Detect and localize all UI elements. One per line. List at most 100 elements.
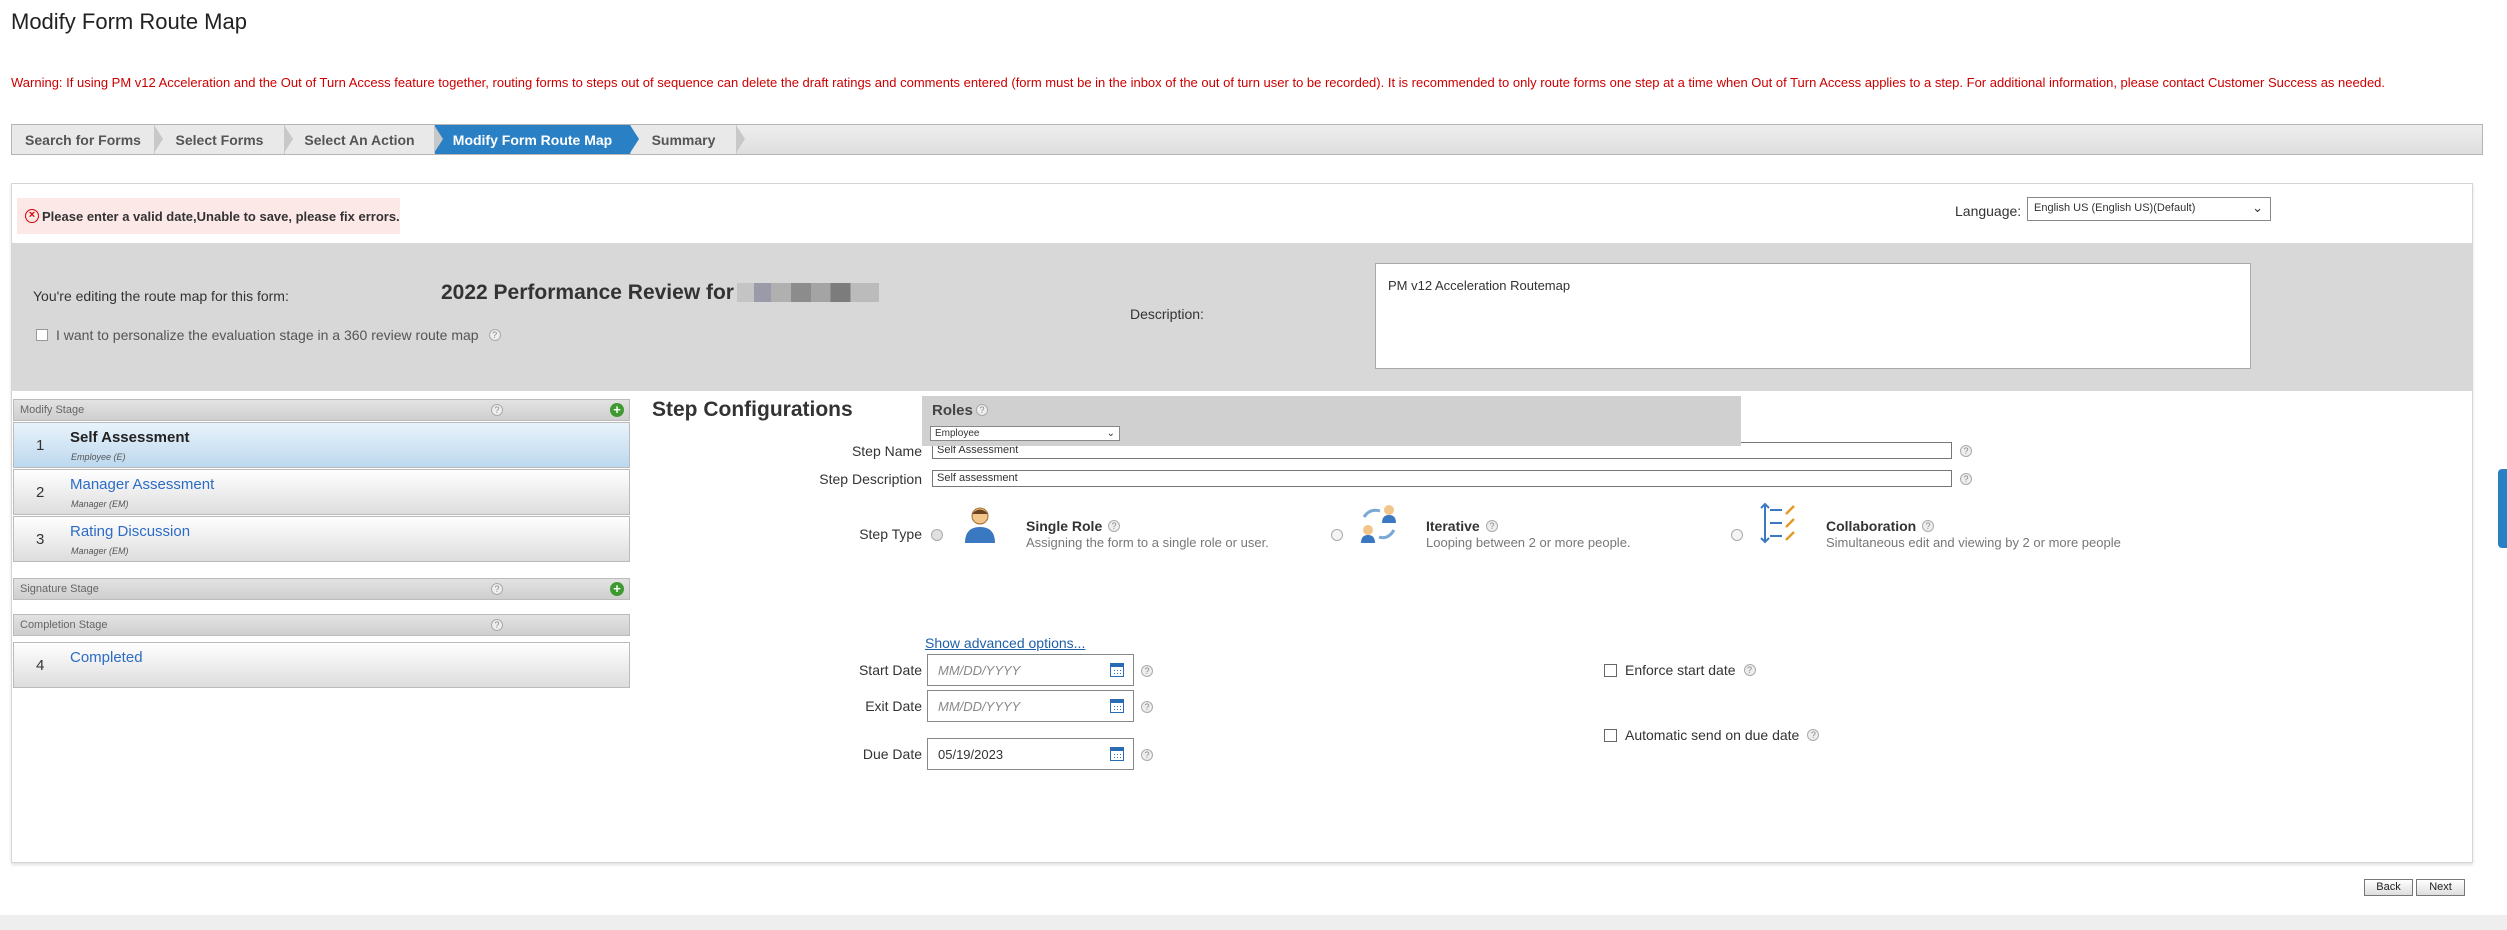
step-type-label: Step Type (859, 526, 922, 542)
side-panel-tab[interactable] (2498, 469, 2507, 548)
calendar-icon[interactable] (1110, 747, 1124, 761)
chevron-down-icon: ⌄ (2252, 200, 2263, 215)
help-icon[interactable]: ? (491, 583, 503, 595)
stage-header-label: Modify Stage (20, 404, 85, 416)
iterative-title: Iterative (1426, 518, 1480, 534)
personalize-option: I want to personalize the evaluation sta… (36, 327, 501, 343)
add-step-icon[interactable]: + (610, 582, 624, 596)
form-title: 2022 Performance Review for (441, 281, 734, 304)
error-message: × Please enter a valid date,Unable to sa… (17, 198, 400, 234)
help-icon[interactable]: ? (1141, 749, 1153, 761)
single-role-subtitle: Assigning the form to a single role or u… (1026, 535, 1269, 550)
iterative-subtitle: Looping between 2 or more people. (1426, 535, 1631, 550)
help-icon[interactable]: ? (1486, 520, 1498, 532)
step-description-input[interactable]: Self assessment (932, 470, 1952, 487)
stage-item-completed[interactable]: 4 Completed (13, 642, 630, 688)
help-icon[interactable]: ? (491, 404, 503, 416)
help-icon[interactable]: ? (1807, 729, 1820, 741)
route-map-panel: × Please enter a valid date,Unable to sa… (11, 183, 2473, 863)
stage-role: Manager (EM) (71, 499, 129, 509)
enforce-start-date-option: Enforce start date ? (1604, 662, 1756, 678)
step-name-label: Step Name (851, 443, 922, 459)
step-description-label: Step Description (819, 471, 922, 487)
single-role-radio[interactable] (931, 529, 943, 541)
stage-role: Manager (EM) (71, 546, 129, 556)
due-date-input[interactable]: 05/19/2023 (927, 738, 1134, 770)
wizard-step-summary[interactable]: Summary (631, 125, 745, 154)
stage-name: Completed (70, 649, 143, 666)
signature-stage-header: Signature Stage ? + (13, 578, 630, 600)
description-textarea[interactable]: PM v12 Acceleration Routemap (1375, 263, 2251, 369)
wizard-step-select-action[interactable]: Select An Action (285, 125, 443, 154)
help-icon[interactable]: ? (1108, 520, 1120, 532)
stage-item-rating-discussion[interactable]: 3 Rating Discussion Manager (EM) (13, 516, 630, 562)
start-date-input[interactable]: MM/DD/YYYY (927, 654, 1134, 686)
stage-name: Rating Discussion (70, 523, 191, 540)
description-label: Description: (1130, 306, 1204, 322)
roles-select[interactable]: Employee ⌄ (930, 426, 1120, 441)
wizard-step-label: Modify Form Route Map (452, 131, 613, 148)
form-info-band: You're editing the route map for this fo… (12, 243, 2472, 391)
stage-number: 3 (36, 531, 45, 548)
help-icon[interactable]: ? (976, 404, 988, 416)
stage-name: Manager Assessment (70, 476, 215, 493)
wizard-step-modify-route-map[interactable]: Modify Form Route Map (435, 125, 639, 154)
single-role-icon (965, 507, 995, 543)
help-icon[interactable]: ? (1960, 473, 1972, 485)
completion-stage-header: Completion Stage ? (13, 614, 630, 636)
start-date-label: Start Date (858, 662, 922, 678)
error-text: Please enter a valid date,Unable to save… (42, 208, 400, 224)
step-configurations-title: Step Configurations (652, 398, 853, 421)
auto-send-label: Automatic send on due date (1625, 727, 1800, 743)
calendar-icon[interactable] (1110, 663, 1124, 677)
personalize-label: I want to personalize the evaluation sta… (56, 327, 479, 343)
enforce-start-date-checkbox[interactable] (1604, 663, 1617, 677)
iterative-radio[interactable] (1331, 529, 1343, 541)
help-icon[interactable]: ? (491, 619, 503, 631)
stage-item-self-assessment[interactable]: 1 Self Assessment Employee (E) (13, 422, 630, 468)
roles-value: Employee (935, 428, 980, 439)
calendar-icon[interactable] (1110, 699, 1124, 713)
due-date-label: Due Date (862, 746, 922, 762)
wizard-step-label: Summary (651, 131, 716, 148)
collaboration-icon (1760, 502, 1795, 544)
help-icon[interactable]: ? (1141, 665, 1153, 677)
exit-date-input[interactable]: MM/DD/YYYY (927, 690, 1134, 722)
page-root: Modify Form Route Map Warning: If using … (0, 0, 2507, 930)
start-date-placeholder: MM/DD/YYYY (938, 663, 1021, 678)
auto-send-checkbox[interactable] (1604, 728, 1617, 742)
editing-label: You're editing the route map for this fo… (33, 288, 289, 304)
stage-number: 4 (36, 657, 45, 674)
stage-item-manager-assessment[interactable]: 2 Manager Assessment Manager (EM) (13, 469, 630, 515)
modify-stage-header: Modify Stage ? + (13, 399, 630, 421)
single-role-title: Single Role (1026, 518, 1103, 534)
stage-number: 2 (36, 484, 45, 501)
wizard-step-select-forms[interactable]: Select Forms (155, 125, 293, 154)
warning-message: Warning: If using PM v12 Acceleration an… (11, 75, 2386, 90)
wizard-step-search-forms[interactable]: Search for Forms (12, 125, 163, 154)
chevron-down-icon: ⌄ (1106, 428, 1115, 439)
help-icon[interactable]: ? (1743, 664, 1756, 676)
next-button[interactable]: Next (2416, 879, 2465, 896)
help-icon[interactable]: ? (488, 329, 501, 341)
show-advanced-options-link[interactable]: Show advanced options... (925, 635, 1085, 651)
error-circle-x-icon: × (25, 209, 39, 223)
wizard-step-label: Select An Action (304, 131, 415, 148)
language-value: English US (English US)(Default) (2034, 202, 2196, 214)
enforce-start-date-label: Enforce start date (1625, 662, 1736, 678)
help-icon[interactable]: ? (1960, 445, 1972, 457)
help-icon[interactable]: ? (1922, 520, 1934, 532)
stage-name: Self Assessment (70, 429, 190, 446)
collaboration-title: Collaboration (1826, 518, 1917, 534)
personalize-checkbox[interactable] (36, 329, 48, 341)
collaboration-radio[interactable] (1731, 529, 1743, 541)
collaboration-subtitle: Simultaneous edit and viewing by 2 or mo… (1826, 535, 2121, 550)
iterative-icon (1361, 505, 1396, 543)
language-select[interactable]: English US (English US)(Default) ⌄ (2027, 197, 2271, 221)
add-step-icon[interactable]: + (610, 403, 624, 417)
back-button[interactable]: Back (2364, 879, 2413, 896)
redacted-name (737, 283, 879, 302)
stage-role: Employee (E) (71, 452, 126, 462)
exit-date-placeholder: MM/DD/YYYY (938, 699, 1021, 714)
help-icon[interactable]: ? (1141, 701, 1153, 713)
